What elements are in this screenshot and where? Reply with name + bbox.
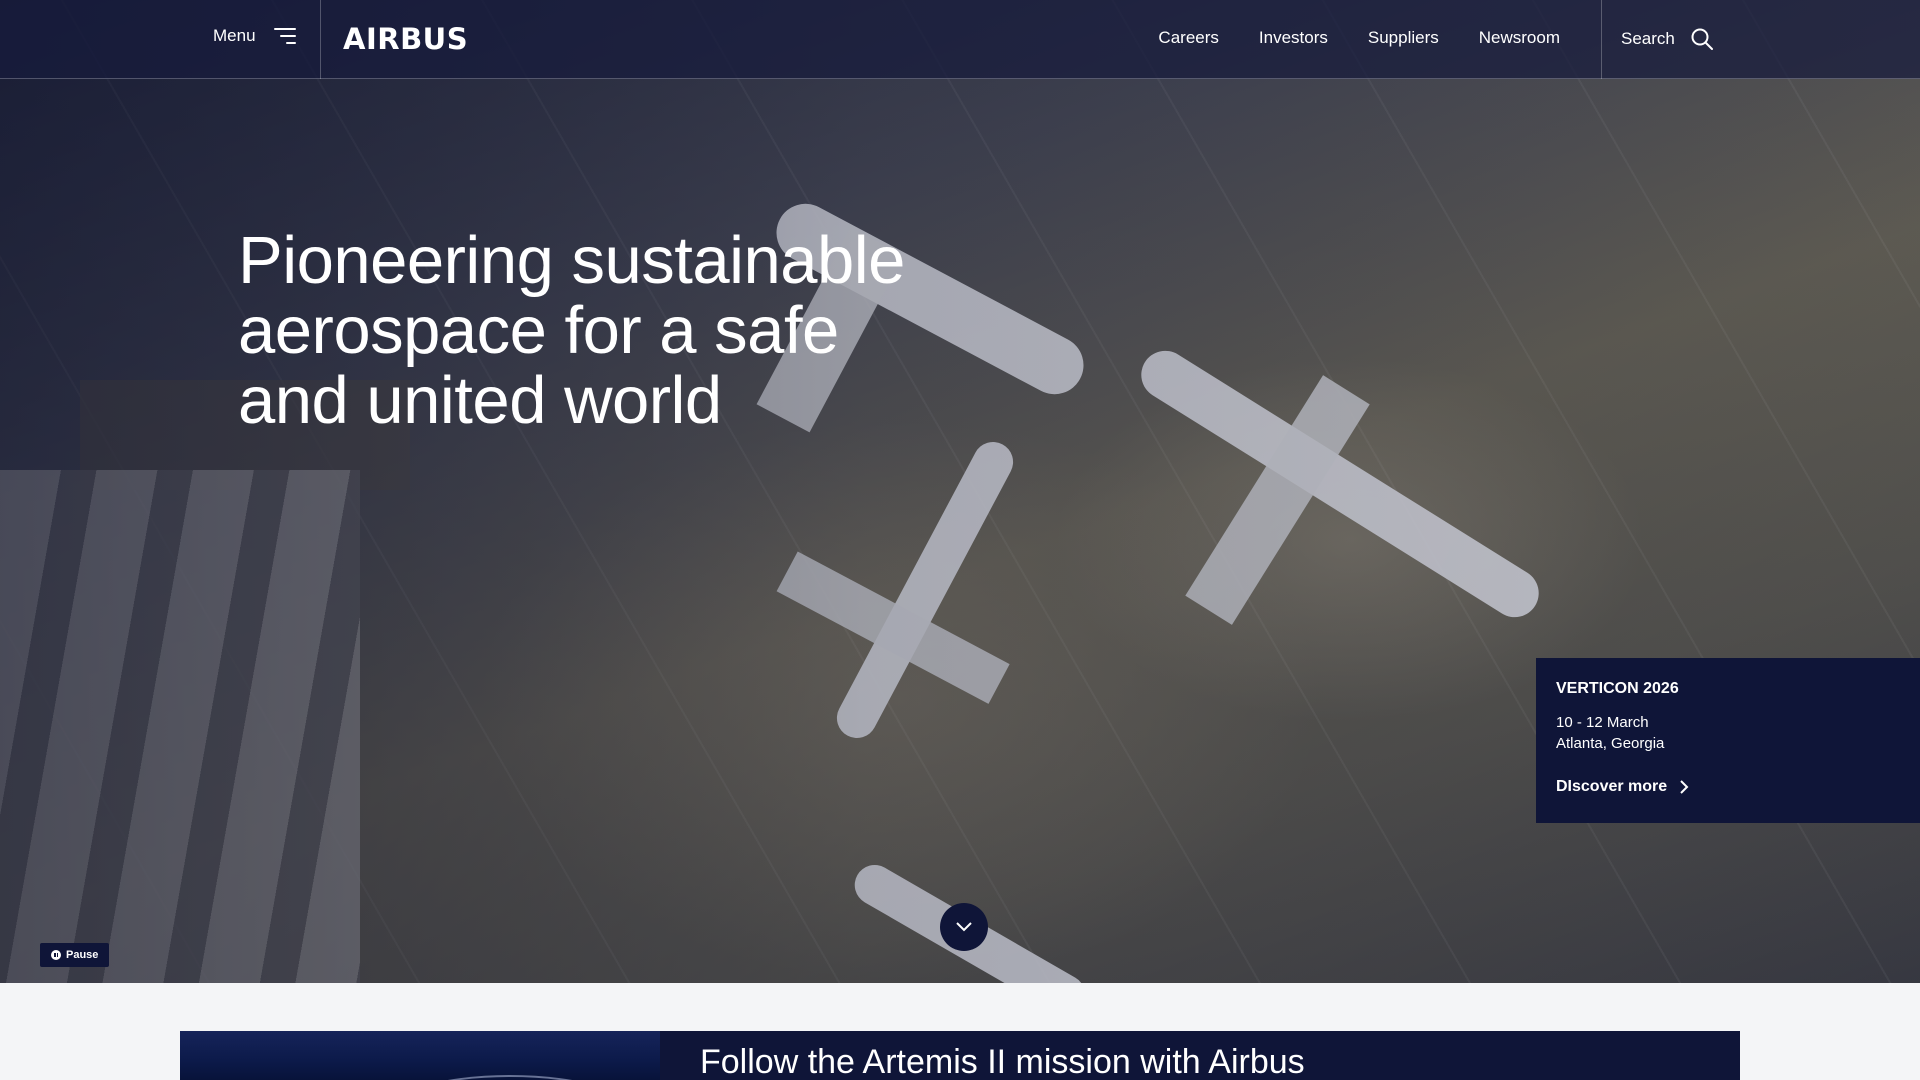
- nav-careers[interactable]: Careers: [1158, 28, 1218, 48]
- hero-overlay: [0, 0, 1920, 983]
- chevron-right-icon: [1680, 780, 1689, 794]
- event-card: VERTICON 2026 10 - 12 March Atlanta, Geo…: [1536, 658, 1920, 823]
- headline-line-1: Pioneering sustainable: [238, 223, 905, 298]
- pause-icon: [51, 950, 61, 960]
- nav-suppliers[interactable]: Suppliers: [1368, 28, 1439, 48]
- artemis-promo-banner[interactable]: Follow the Artemis II mission with Airbu…: [180, 1031, 1740, 1080]
- top-navigation: Careers Investors Suppliers Newsroom: [1158, 28, 1560, 48]
- menu-button[interactable]: Menu: [213, 26, 296, 46]
- header-divider-left: [320, 0, 321, 79]
- hero-background: [0, 0, 1920, 983]
- promo-image: [180, 1031, 660, 1080]
- event-date: 10 - 12 March: [1556, 714, 1649, 731]
- promo-title: Follow the Artemis II mission with Airbu…: [700, 1043, 1305, 1080]
- search-label: Search: [1621, 29, 1675, 48]
- chevron-down-icon: [956, 922, 972, 932]
- search-icon: [1691, 28, 1713, 50]
- menu-label: Menu: [213, 26, 256, 45]
- nav-newsroom[interactable]: Newsroom: [1479, 28, 1560, 48]
- pause-label: Pause: [66, 949, 99, 961]
- discover-more-label: DIscover more: [1556, 778, 1668, 795]
- header-divider-right: [1601, 0, 1602, 79]
- search-button[interactable]: Search: [1621, 28, 1713, 50]
- event-title: VERTICON 2026: [1556, 680, 1679, 697]
- pause-button[interactable]: Pause: [40, 943, 110, 967]
- headline-line-3: and united world: [238, 363, 722, 438]
- hero-headline: Pioneering sustainable aerospace for a s…: [238, 226, 938, 436]
- nav-investors[interactable]: Investors: [1259, 28, 1328, 48]
- discover-more-link[interactable]: DIscover more: [1556, 778, 1900, 796]
- airbus-logo[interactable]: AIRBUS: [343, 22, 468, 56]
- site-header: Menu AIRBUS Careers Investors Suppliers …: [0, 0, 1920, 79]
- menu-lines-icon: [273, 27, 296, 45]
- scroll-down-button[interactable]: [940, 903, 988, 951]
- headline-line-2: aerospace for a safe: [238, 293, 839, 368]
- event-location: Atlanta, Georgia: [1556, 735, 1665, 752]
